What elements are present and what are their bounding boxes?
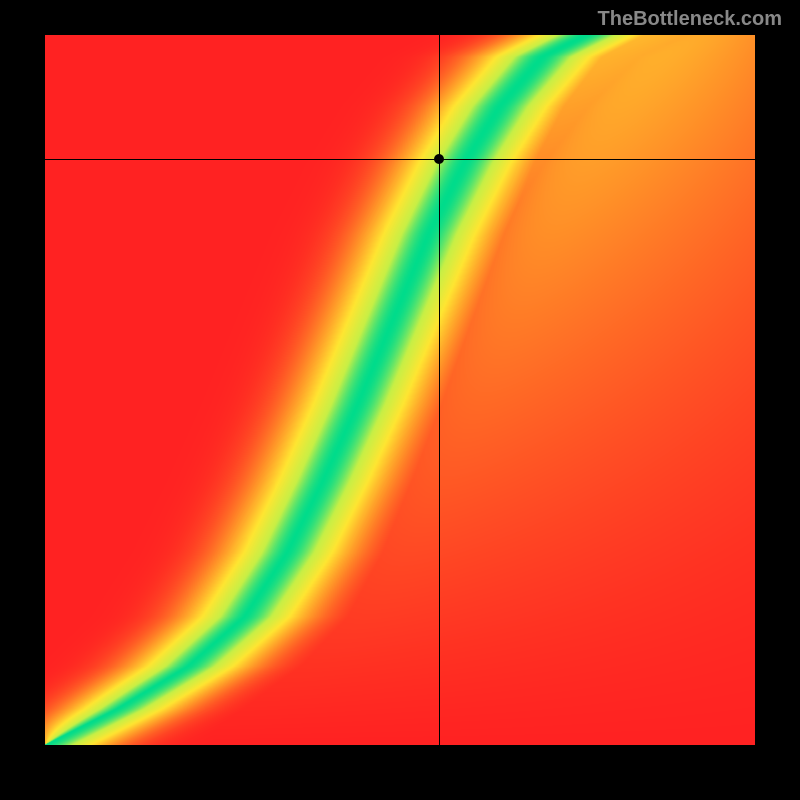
crosshair-vertical xyxy=(439,35,440,745)
data-point-marker xyxy=(434,154,444,164)
heatmap-canvas xyxy=(45,35,755,745)
bottleneck-heatmap-container: TheBottleneck.com xyxy=(0,0,800,800)
crosshair-horizontal xyxy=(45,159,755,160)
watermark-text: TheBottleneck.com xyxy=(598,8,782,31)
